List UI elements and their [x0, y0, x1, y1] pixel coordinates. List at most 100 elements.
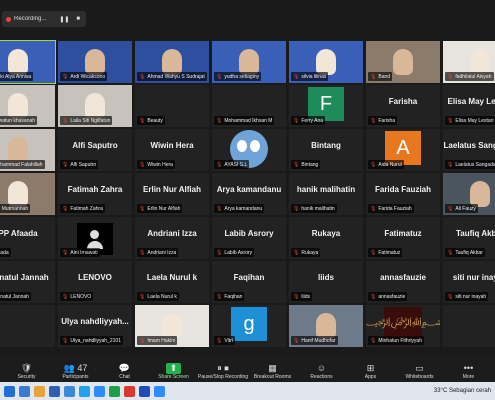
muted-mic-icon: 🎙	[293, 249, 300, 256]
participant-tile[interactable]: 🎙 Ahmad Wahyu S Sudrajat	[134, 40, 210, 84]
participant-tile[interactable]: Arya kamandanu 🎙 Arya kamandanu	[211, 172, 287, 216]
taskbar-app-icon[interactable]	[79, 385, 90, 397]
participant-tile[interactable]: 🎙 yudha setiaginy	[211, 40, 287, 84]
taskbar-app-icon[interactable]	[64, 385, 75, 397]
participant-tile[interactable]: Ulya nahdliyyah... 🎙 Ulya_nahdliyyah_2101	[57, 304, 133, 348]
participant-name: Arya kamandanu	[224, 205, 263, 212]
participant-tile[interactable]: 🎙 Hanif Mudhofar	[288, 304, 364, 348]
taskbar-app-icon[interactable]	[154, 385, 165, 397]
participant-tile[interactable]: Farisha 🎙 Farisha	[365, 84, 441, 128]
participant-display-name: Alfi Saputro	[72, 141, 118, 150]
participant-tile[interactable]: Laela Nurul k 🎙 Laela Nurul k	[134, 260, 210, 304]
security-button[interactable]: 🛡 Security	[2, 363, 51, 380]
taskbar-app-icon[interactable]	[94, 385, 105, 397]
more-button[interactable]: ••• More	[444, 363, 493, 380]
participant-tile[interactable]: Labib Asrory 🎙 Labib Asrory	[211, 216, 287, 260]
participant-tile[interactable]: F 🎙 Ferry Ana	[288, 84, 364, 128]
participant-tile[interactable]: 🎙 AYASI S.L	[211, 128, 287, 172]
participant-tile[interactable]: Rukaya 🎙 Rukaya	[288, 216, 364, 260]
participant-tile[interactable]: 🎙uswatun khasanah	[0, 84, 56, 128]
share-screen-button[interactable]: ⬆ Share Screen	[149, 363, 198, 380]
participant-name: Ardi Wicaksono	[70, 73, 106, 80]
participant-tile[interactable]: A 🎙 Aida Nurul	[365, 128, 441, 172]
participant-tile[interactable]: 🎙 Mohammad Ikhsan M	[211, 84, 287, 128]
windows-start-icon[interactable]	[4, 385, 15, 397]
chat-icon: 💬	[118, 363, 131, 373]
participant-tile[interactable]: 🎙 Band	[365, 40, 441, 84]
participant-tile[interactable]: siti nur inayah🎙siti nur inayah	[442, 260, 495, 304]
participant-tile[interactable]: munatul Jannah 🎙Munatul Jannah	[0, 260, 56, 304]
participant-tile[interactable]: ﷽🎙Minhatun Fithriyyah	[365, 304, 441, 348]
apps-button[interactable]: ⊞ Apps	[346, 363, 395, 380]
participant-tile[interactable]: Taufiq Akbar🎙Taufiq Akbar	[442, 216, 495, 260]
breakout-rooms-button[interactable]: ▦ Breakout Rooms	[248, 363, 297, 380]
participant-tile[interactable]	[442, 304, 495, 348]
participant-tile[interactable]: Farida Fauziah 🎙 Farida Fauziah	[365, 172, 441, 216]
whiteboards-button[interactable]: ▭ Whiteboards	[395, 363, 444, 380]
participant-tile[interactable]: PP Afaada 🎙Maada	[0, 216, 56, 260]
muted-mic-icon: 🎙	[216, 117, 223, 124]
muted-mic-icon: 🎙	[62, 73, 69, 80]
participant-display-name: siti nur inayah	[452, 273, 495, 282]
toolbar-label: Apps	[364, 374, 377, 380]
participant-tile[interactable]: annasfauzie 🎙 annasfauzie	[365, 260, 441, 304]
participant-tile[interactable]: Andriani Izza 🎙 Andriani Izza	[134, 216, 210, 260]
taskbar-app-icon[interactable]	[19, 385, 30, 397]
participants-button[interactable]: 👥 47 Participants	[51, 363, 100, 380]
participant-display-name: Laelatus Sangadah	[443, 141, 495, 150]
stop-icon[interactable]: ■	[74, 16, 82, 22]
participant-tile[interactable]: 🎙 fadhilatul Aisyah	[442, 40, 495, 84]
participant-tile[interactable]: Faqihan 🎙 Faqihan	[211, 260, 287, 304]
participant-tile[interactable]: Alfi Saputro 🎙 Alfi Saputro	[57, 128, 133, 172]
participant-tile[interactable]: 🎙Siti Mutmannah	[0, 172, 56, 216]
participant-tile[interactable]: 🎙 Imam Hakim	[134, 304, 210, 348]
toolbar-label: Pause/Stop Recording	[197, 374, 249, 380]
participant-display-name: Erlin Nur Alfiah	[143, 185, 201, 194]
muted-mic-icon: 🎙	[216, 249, 223, 256]
participant-tile[interactable]: Bintang 🎙 Bintang	[288, 128, 364, 172]
avatar-letter: g	[231, 307, 267, 341]
participant-tile[interactable]: g 🎙 Vitri	[211, 304, 287, 348]
participant-tile[interactable]: 🎙 Aini Irnawati	[57, 216, 133, 260]
participant-tile[interactable]: Elisa May Lestari🎙Elisa May Lestari	[442, 84, 495, 128]
participant-tile[interactable]: 🎙 Ardi Wicaksono	[57, 40, 133, 84]
participant-tile[interactable]: 🎙 silvia lilinas	[288, 40, 364, 84]
participant-name: Alfi Saputro	[70, 161, 97, 168]
muted-mic-icon: 🎙	[370, 205, 377, 212]
participant-tile[interactable]: Fatimatuz 🎙 Fatimatuz	[365, 216, 441, 260]
muted-mic-icon: 🎙	[293, 161, 300, 168]
participant-tile[interactable]: 🎙Siski Alya Annisa	[0, 40, 56, 84]
participant-caption: 🎙 Imam Hakim	[137, 336, 178, 345]
muted-mic-icon: 🎙	[139, 249, 146, 256]
muted-mic-icon: 🎙	[139, 161, 146, 168]
muted-mic-icon: 🎙	[447, 293, 454, 300]
taskbar-app-icon[interactable]	[109, 385, 120, 397]
participant-caption: 🎙 Farida Fauziah	[368, 204, 414, 213]
participant-caption: 🎙 Laelatus Sangadah	[445, 160, 495, 169]
participant-tile[interactable]: liids 🎙 liids	[288, 260, 364, 304]
taskbar-app-icon[interactable]	[49, 385, 60, 397]
pause-icon[interactable]: ❚❚	[57, 16, 71, 23]
participant-caption: 🎙 Elisa May Lestari	[445, 116, 495, 125]
participant-tile[interactable]: Wiwin Hera 🎙 Wiwin Hera	[134, 128, 210, 172]
participant-tile[interactable]: 🎙 Laila Siti Ngilfatun	[57, 84, 133, 128]
participant-tile[interactable]: Fatimah Zahra 🎙 Fatimah Zahra	[57, 172, 133, 216]
participant-tile[interactable]: LENOVO 🎙 LENOVO	[57, 260, 133, 304]
taskbar-app-icon[interactable]	[34, 385, 45, 397]
taskbar-app-icon[interactable]	[139, 385, 150, 397]
participant-tile[interactable]	[0, 304, 56, 348]
participant-name: Elisa May Lestari	[455, 117, 494, 124]
participant-tile[interactable]: 🎙Muhammad Falahillah	[0, 128, 56, 172]
participant-tile[interactable]: Erlin Nur Alfiah 🎙 Erlin Nur Alfiah	[134, 172, 210, 216]
reactions-button[interactable]: ☺ Reactions	[297, 363, 346, 380]
weather-status[interactable]: 33°C Sebagian cerah	[434, 388, 491, 394]
pause-stop-recording-button[interactable]: ⏸ ⏹ Pause/Stop Recording	[198, 363, 248, 380]
participant-name: Mohammad Ikhsan M	[224, 117, 273, 124]
participant-tile[interactable]: Laelatus Sangadah 🎙Laelatus Sangadah	[442, 128, 495, 172]
participant-tile[interactable]: hanik malihatin 🎙 hanik malihatin	[288, 172, 364, 216]
taskbar-app-icon[interactable]	[124, 385, 135, 397]
chat-button[interactable]: 💬 Chat	[100, 363, 149, 380]
participant-tile[interactable]: 🎙 Beauty	[134, 84, 210, 128]
participant-tile[interactable]: 🎙 Ali Fauzy	[442, 172, 495, 216]
participant-caption: 🎙 Fatimatuz	[368, 248, 403, 257]
